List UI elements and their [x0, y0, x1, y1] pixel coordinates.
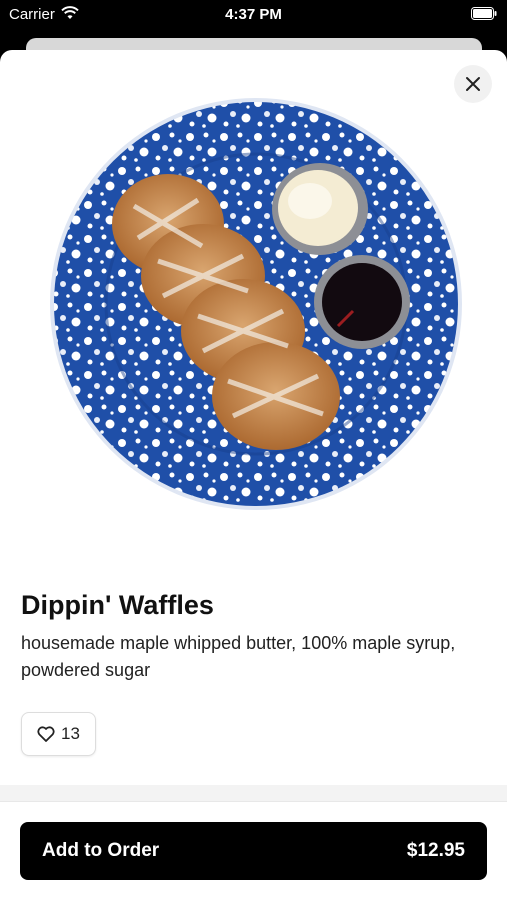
add-to-order-label: Add to Order	[42, 840, 160, 861]
item-detail-sheet: Dippin' Waffles housemade maple whipped …	[0, 50, 507, 900]
butter-ramekin	[272, 163, 368, 255]
like-button[interactable]: 13	[21, 712, 96, 756]
status-bar: Carrier 4:37 PM	[0, 0, 507, 30]
price-label: $12.95	[406, 840, 465, 861]
syrup-ramekin	[314, 255, 410, 349]
section-divider	[0, 785, 507, 801]
add-to-order-button[interactable]: Add to Order $12.95	[20, 822, 487, 880]
item-image	[50, 98, 462, 510]
battery-icon	[471, 7, 497, 20]
heart-icon	[37, 726, 55, 742]
item-description: housemade maple whipped butter, 100% map…	[21, 633, 456, 680]
close-icon	[466, 77, 480, 91]
item-title: Dippin' Waffles	[21, 590, 214, 620]
clock: 4:37 PM	[225, 6, 282, 23]
footer-divider	[0, 801, 507, 802]
like-count: 13	[61, 724, 80, 743]
